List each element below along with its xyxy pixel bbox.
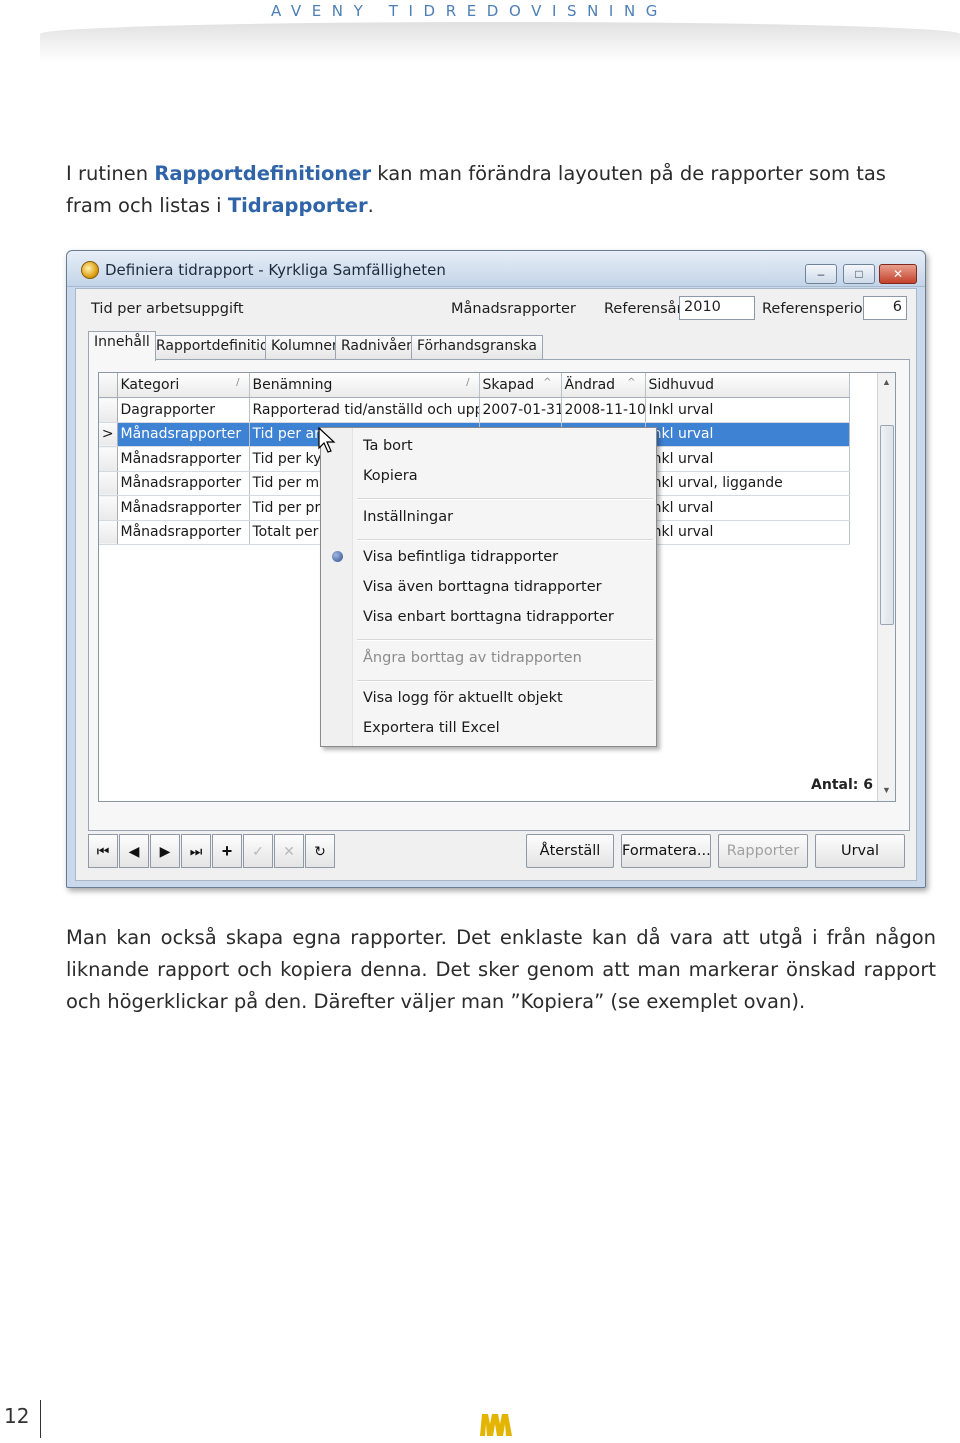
menu-item-copy[interactable]: Kopiera bbox=[363, 468, 418, 484]
ref-year-field[interactable]: 2010 bbox=[679, 296, 755, 320]
tab-radnivaer[interactable]: Radnivåer bbox=[335, 335, 418, 359]
menu-separator bbox=[357, 498, 653, 500]
intro-paragraph: I rutinen Rapportdefinitioner kan man fö… bbox=[66, 162, 886, 217]
menu-separator bbox=[357, 639, 653, 641]
vertical-scrollbar[interactable]: ▲ ▼ bbox=[877, 373, 895, 801]
row-selector[interactable] bbox=[99, 397, 118, 423]
cell-sidhuvud: Inkl urval bbox=[645, 446, 850, 472]
cell-benamning: Rapporterad tid/anställd och uppgift bbox=[249, 397, 480, 423]
column-header-andrad[interactable]: Ändrad ^ bbox=[561, 373, 646, 398]
next-icon[interactable]: ▶ bbox=[150, 834, 180, 868]
column-header-skapad[interactable]: Skapad ^ bbox=[479, 373, 562, 398]
row-selector-current-icon[interactable]: > bbox=[99, 422, 118, 447]
row-selector[interactable] bbox=[99, 446, 118, 472]
format-button[interactable]: Formatera... bbox=[621, 834, 711, 868]
cell-kategori: Dagrapporter bbox=[117, 397, 250, 423]
minimize-button[interactable]: – bbox=[805, 264, 837, 284]
cell-kategori: Månadsrapporter bbox=[117, 495, 250, 521]
maximize-button[interactable]: □ bbox=[843, 264, 875, 284]
row-selector[interactable] bbox=[99, 471, 118, 496]
ref-period-label: Referensperiod: bbox=[762, 301, 877, 317]
brand-logo-icon bbox=[480, 1414, 512, 1436]
menu-item-show-only-deleted[interactable]: Visa enbart borttagna tidrapporter bbox=[363, 609, 614, 625]
row-count: Antal: 6 bbox=[811, 777, 873, 793]
reset-button[interactable]: Återställ bbox=[526, 834, 614, 868]
cell-sidhuvud: Inkl urval, liggande bbox=[645, 471, 850, 496]
cell-sidhuvud: Inkl urval bbox=[645, 422, 850, 447]
menu-separator bbox=[357, 680, 653, 682]
menu-item-show-existing[interactable]: Visa befintliga tidrapporter bbox=[363, 549, 558, 565]
menu-item-show-log[interactable]: Visa logg för aktuellt objekt bbox=[363, 690, 563, 706]
title-bar[interactable]: Definiera tidrapport - Kyrkliga Samfälli… bbox=[67, 251, 925, 287]
row-selector-header bbox=[99, 373, 118, 398]
cancel-icon[interactable]: ✕ bbox=[274, 834, 304, 868]
tab-rapportdefinition[interactable]: Rapportdefinition bbox=[150, 335, 284, 359]
confirm-icon[interactable]: ✓ bbox=[243, 834, 273, 868]
scroll-up-icon[interactable]: ▲ bbox=[878, 377, 895, 387]
first-icon[interactable]: ⏮ bbox=[88, 834, 118, 868]
tab-strip: Innehåll Rapportdefinition Kolumner Radn… bbox=[88, 331, 908, 361]
refresh-icon[interactable]: ↻ bbox=[305, 834, 335, 868]
scroll-down-icon[interactable]: ▼ bbox=[878, 785, 895, 795]
sort-icon: ^ bbox=[543, 377, 552, 388]
report-category: Månadsrapporter bbox=[451, 301, 576, 317]
cell-sidhuvud: Inkl urval bbox=[645, 397, 850, 423]
cell-sidhuvud: Inkl urval bbox=[645, 495, 850, 521]
menu-separator bbox=[357, 539, 653, 541]
close-button[interactable]: ✕ bbox=[879, 264, 917, 284]
ref-period-field[interactable]: 6 bbox=[863, 296, 907, 320]
reports-button[interactable]: Rapporter bbox=[718, 834, 808, 868]
link-tidrapporter: Tidrapporter bbox=[227, 194, 368, 217]
page-header: AVENY TIDREDOVISNING bbox=[0, 0, 960, 70]
menu-item-settings[interactable]: Inställningar bbox=[363, 509, 453, 525]
table-row[interactable]: Dagrapporter Rapporterad tid/anställd oc… bbox=[99, 397, 850, 423]
window-title: Definiera tidrapport - Kyrkliga Samfälli… bbox=[105, 261, 446, 279]
row-selector[interactable] bbox=[99, 495, 118, 521]
clock-icon bbox=[81, 261, 99, 279]
tab-forhandsgranska[interactable]: Förhandsgranska bbox=[411, 335, 543, 359]
tab-innehall[interactable]: Innehåll bbox=[88, 331, 156, 361]
header-shadow bbox=[40, 22, 960, 62]
scroll-thumb[interactable] bbox=[880, 425, 894, 625]
sort-icon: / bbox=[236, 377, 240, 388]
sort-icon: / bbox=[466, 377, 470, 388]
menu-item-export-excel[interactable]: Exportera till Excel bbox=[363, 720, 500, 736]
cell-kategori: Månadsrapporter bbox=[117, 446, 250, 472]
link-rapportdefinitioner: Rapportdefinitioner bbox=[154, 162, 372, 185]
menu-gutter bbox=[321, 428, 353, 746]
column-header-benamning[interactable]: Benämning / bbox=[249, 373, 480, 398]
last-icon[interactable]: ⏭ bbox=[181, 834, 211, 868]
cell-kategori: Månadsrapporter bbox=[117, 471, 250, 496]
cell-kategori: Månadsrapporter bbox=[117, 422, 250, 447]
sort-icon: ^ bbox=[627, 377, 636, 388]
menu-item-show-also-deleted[interactable]: Visa även borttagna tidrapporter bbox=[363, 579, 602, 595]
radio-checked-icon bbox=[332, 551, 343, 562]
menu-item-undo-delete[interactable]: Ångra borttag av tidrapporten bbox=[363, 650, 582, 666]
selection-button[interactable]: Urval bbox=[815, 834, 905, 868]
mouse-cursor-icon bbox=[318, 427, 336, 453]
column-header-sidhuvud[interactable]: Sidhuvud bbox=[645, 373, 850, 398]
cell-kategori: Månadsrapporter bbox=[117, 520, 250, 545]
column-header-kategori[interactable]: Kategori / bbox=[117, 373, 250, 398]
bottom-toolbar: ⏮ ◀ ▶ ⏭ + ✓ ✕ ↻ Återställ Formatera... R… bbox=[88, 834, 910, 876]
running-header: AVENY TIDREDOVISNING bbox=[270, 2, 668, 20]
cell-sidhuvud: Inkl urval bbox=[645, 520, 850, 545]
menu-item-delete[interactable]: Ta bort bbox=[363, 438, 413, 454]
row-selector[interactable] bbox=[99, 520, 118, 545]
report-name: Tid per arbetsuppgift bbox=[91, 301, 244, 317]
page-number-rule bbox=[40, 1400, 41, 1438]
prev-icon[interactable]: ◀ bbox=[119, 834, 149, 868]
add-icon[interactable]: + bbox=[212, 834, 242, 868]
ref-year-label: Referensår: bbox=[604, 301, 688, 317]
tab-kolumner[interactable]: Kolumner bbox=[265, 335, 344, 359]
body-paragraph: Man kan också skapa egna rapporter. Det … bbox=[66, 926, 936, 1013]
context-menu: Ta bort Kopiera Inställningar Visa befin… bbox=[320, 427, 657, 747]
cell-andrad: 2008-11-10 bbox=[561, 397, 646, 423]
page-number: 12 bbox=[4, 1404, 30, 1428]
cell-skapad: 2007-01-31 bbox=[479, 397, 562, 423]
header-row: Kategori / Benämning / Skapad ^ Ändrad ^ Sid… bbox=[99, 373, 850, 398]
